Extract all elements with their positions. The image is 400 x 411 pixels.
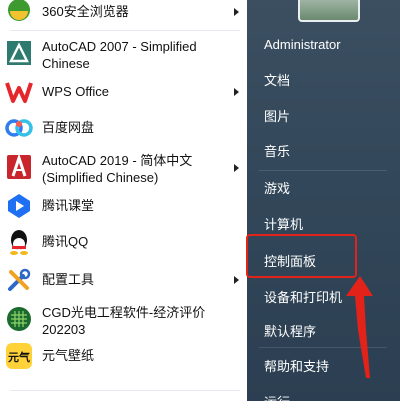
- games-link[interactable]: 游戏: [264, 178, 290, 197]
- help-and-support-link[interactable]: 帮助和支持: [264, 356, 329, 375]
- program-baidu-netdisk[interactable]: 百度网盘: [0, 114, 247, 142]
- yuanqi-wallpaper-icon: 元气: [5, 342, 33, 370]
- divider: [10, 390, 240, 391]
- computer-link[interactable]: 计算机: [264, 214, 303, 233]
- program-autocad-2007[interactable]: AutoCAD 2007 - Simplified Chinese: [0, 34, 247, 74]
- svg-text:元气: 元气: [8, 350, 30, 364]
- autocad2019-icon: [5, 153, 33, 181]
- program-tencent-classroom[interactable]: 腾讯课堂: [0, 192, 247, 220]
- program-label: 配置工具: [42, 272, 95, 287]
- music-link[interactable]: 音乐: [264, 141, 290, 160]
- submenu-arrow-icon: [234, 164, 239, 172]
- config-tool-icon: [5, 266, 33, 294]
- annotation-arrow-icon: [346, 276, 373, 378]
- divider: [259, 170, 387, 171]
- documents-link[interactable]: 文档: [264, 70, 290, 89]
- 360-browser-icon: [5, 0, 33, 24]
- program-label: AutoCAD 2019 - 简体中文 (Simplified Chinese): [42, 153, 193, 185]
- submenu-arrow-icon: [234, 276, 239, 284]
- program-360-browser[interactable]: 360安全浏览器: [0, 0, 247, 24]
- pictures-link[interactable]: 图片: [264, 106, 290, 125]
- user-avatar[interactable]: [298, 0, 360, 22]
- submenu-arrow-icon: [234, 88, 239, 96]
- program-label: 360安全浏览器: [42, 4, 129, 19]
- divider: [10, 30, 240, 31]
- program-tencent-qq[interactable]: 腾讯QQ: [0, 228, 247, 256]
- program-wps-office[interactable]: WPS Office: [0, 78, 247, 106]
- user-name-link[interactable]: Administrator: [264, 37, 341, 52]
- program-yuanqi-wallpaper[interactable]: 元气 元气壁纸: [0, 342, 247, 370]
- program-label: 腾讯课堂: [42, 198, 95, 213]
- programs-panel: 360安全浏览器 AutoCAD 2007 - Simplified Chine…: [0, 0, 247, 401]
- wps-icon: [5, 78, 33, 106]
- program-label: AutoCAD 2007 - Simplified Chinese: [42, 39, 197, 71]
- program-autocad-2019[interactable]: AutoCAD 2019 - 简体中文 (Simplified Chinese): [0, 148, 247, 188]
- baidu-netdisk-icon: [5, 114, 33, 142]
- qq-icon: [5, 228, 33, 256]
- program-config-tool[interactable]: 配置工具: [0, 266, 247, 294]
- program-label: WPS Office: [42, 84, 109, 99]
- program-label: 百度网盘: [42, 120, 95, 135]
- cgd-icon: [5, 305, 33, 333]
- program-label: 元气壁纸: [42, 348, 95, 363]
- autocad2007-icon: [5, 39, 33, 67]
- program-cgd[interactable]: CGD光电工程软件-经济评价 202203: [0, 300, 247, 340]
- run-link[interactable]: 运行: [264, 392, 290, 411]
- submenu-arrow-icon: [234, 8, 239, 16]
- program-label: CGD光电工程软件-经济评价 202203: [42, 305, 206, 337]
- tencent-classroom-icon: [5, 192, 33, 220]
- default-programs-link[interactable]: 默认程序: [264, 321, 316, 340]
- program-label: 腾讯QQ: [42, 234, 89, 249]
